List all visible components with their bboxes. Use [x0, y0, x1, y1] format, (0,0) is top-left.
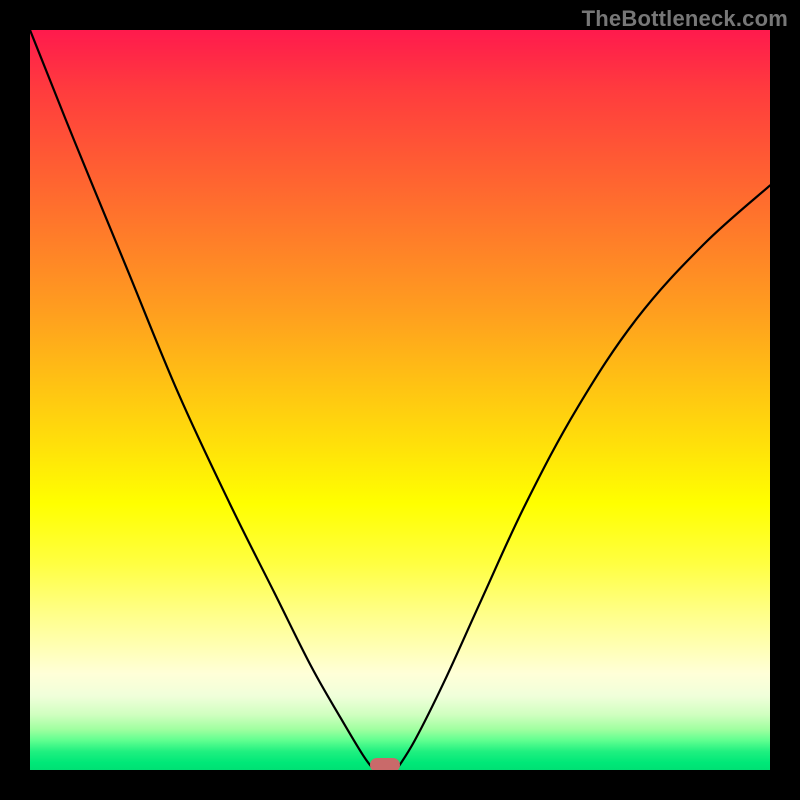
watermark-text: TheBottleneck.com [582, 6, 788, 32]
chart-container: TheBottleneck.com [0, 0, 800, 800]
plot-area [30, 30, 770, 770]
bottleneck-curve [30, 30, 770, 770]
bottleneck-marker [370, 758, 400, 770]
